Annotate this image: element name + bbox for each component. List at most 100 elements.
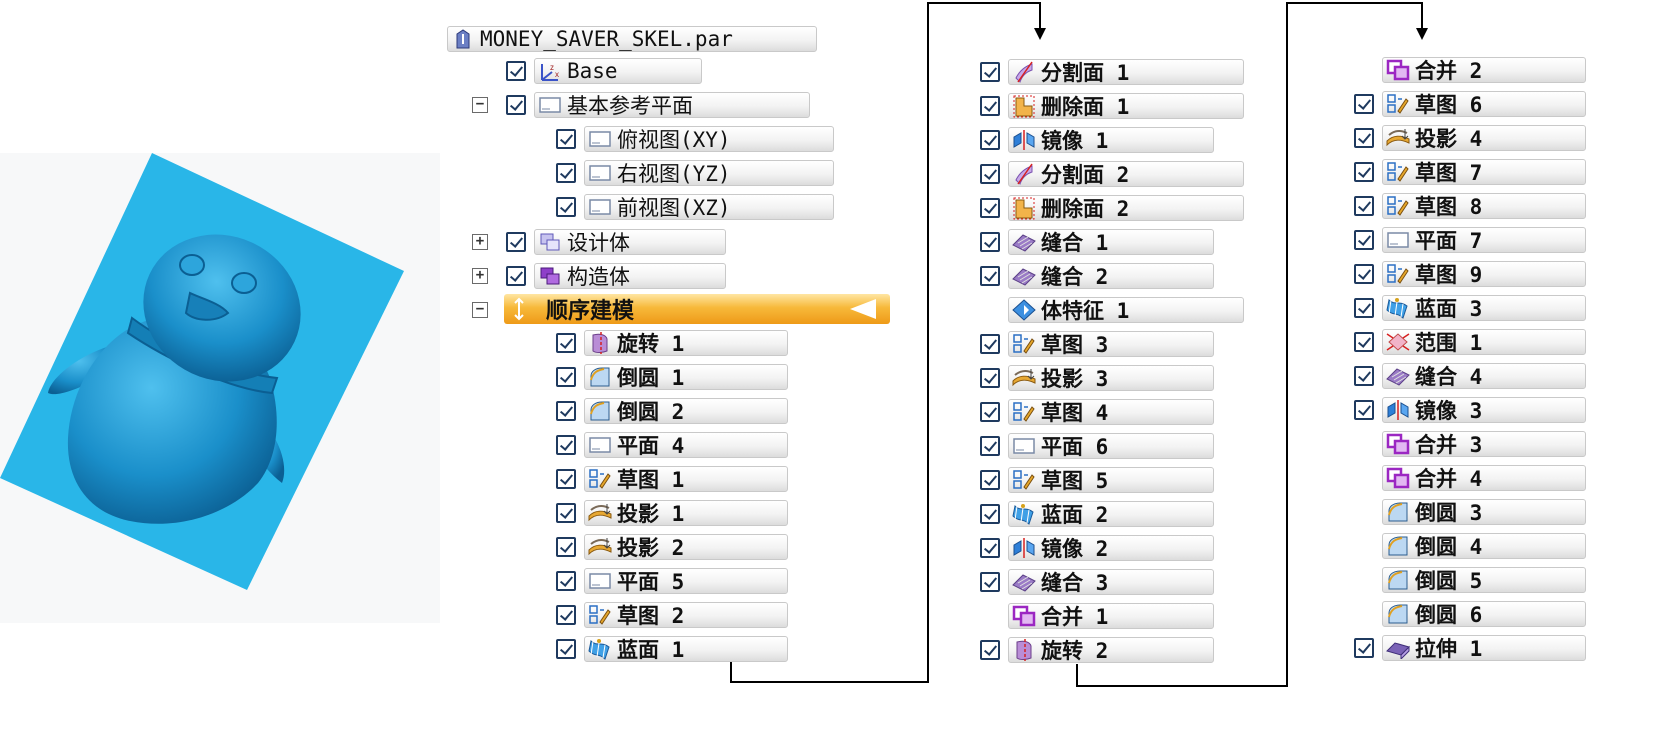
visibility-checkbox[interactable] xyxy=(980,436,1000,456)
feature-node[interactable]: 草图 1 xyxy=(584,466,788,492)
tree-item-top-1[interactable]: 基本参考平面 xyxy=(506,91,810,119)
feature-node[interactable]: 投影 1 xyxy=(584,500,788,526)
feature-node[interactable]: 草图 7 xyxy=(1382,159,1586,185)
feature-node[interactable]: 俯视图(XY) xyxy=(584,126,834,152)
tree-item-col2-4[interactable]: 删除面 2 xyxy=(980,194,1244,222)
visibility-checkbox[interactable] xyxy=(1354,94,1374,114)
feature-node[interactable]: 构造体 xyxy=(534,263,726,289)
feature-node[interactable]: 分割面 1 xyxy=(1008,59,1244,85)
feature-node[interactable]: 合并 1 xyxy=(1008,603,1214,629)
feature-node[interactable]: 倒圆 1 xyxy=(584,364,788,390)
visibility-checkbox[interactable] xyxy=(980,198,1000,218)
feature-node[interactable]: 平面 7 xyxy=(1382,227,1586,253)
tree-item-col3-1[interactable]: 草图 6 xyxy=(1354,90,1586,118)
visibility-checkbox[interactable] xyxy=(980,402,1000,422)
tree-item-col2-6[interactable]: 缝合 2 xyxy=(980,262,1214,290)
tree-item-col2-1[interactable]: 删除面 1 xyxy=(980,92,1244,120)
feature-node[interactable]: 基本参考平面 xyxy=(534,92,810,118)
tree-item-top-6[interactable]: 构造体 xyxy=(506,262,726,290)
sequence-modeling-node[interactable]: 顺序建模 xyxy=(504,294,890,324)
visibility-checkbox[interactable] xyxy=(1354,230,1374,250)
root-node[interactable]: MONEY_SAVER_SKEL.par xyxy=(447,26,817,52)
tree-item-col2-5[interactable]: 缝合 1 xyxy=(980,228,1214,256)
feature-node[interactable]: 分割面 2 xyxy=(1008,161,1244,187)
visibility-checkbox[interactable] xyxy=(556,197,576,217)
feature-node[interactable]: 缝合 3 xyxy=(1008,569,1214,595)
feature-node[interactable]: 缝合 1 xyxy=(1008,229,1214,255)
visibility-checkbox[interactable] xyxy=(980,232,1000,252)
feature-node[interactable]: 草图 6 xyxy=(1382,91,1586,117)
visibility-checkbox[interactable] xyxy=(556,639,576,659)
visibility-checkbox[interactable] xyxy=(556,129,576,149)
sequence-collapse-button[interactable]: − xyxy=(472,302,488,318)
visibility-checkbox[interactable] xyxy=(980,96,1000,116)
tree-item-col3-7[interactable]: 蓝面 3 xyxy=(1354,294,1586,322)
feature-node[interactable]: 投影 2 xyxy=(584,534,788,560)
feature-node[interactable]: 拉伸 1 xyxy=(1382,635,1586,661)
visibility-checkbox[interactable] xyxy=(980,640,1000,660)
tree-item-col2-2[interactable]: 镜像 1 xyxy=(980,126,1214,154)
visibility-checkbox[interactable] xyxy=(1354,264,1374,284)
visibility-checkbox[interactable] xyxy=(980,368,1000,388)
tree-item-col3-13[interactable]: 倒圆 3 xyxy=(1354,498,1586,526)
feature-node[interactable]: 草图 8 xyxy=(1382,193,1586,219)
tree-root-part[interactable]: MONEY_SAVER_SKEL.par xyxy=(447,25,817,53)
feature-node[interactable]: 倒圆 3 xyxy=(1382,499,1586,525)
feature-node[interactable]: 平面 6 xyxy=(1008,433,1214,459)
feature-node[interactable]: 平面 4 xyxy=(584,432,788,458)
tree-item-col3-3[interactable]: 草图 7 xyxy=(1354,158,1586,186)
expand-button[interactable]: + xyxy=(472,268,488,284)
visibility-checkbox[interactable] xyxy=(556,503,576,523)
tree-item-col3-14[interactable]: 倒圆 4 xyxy=(1354,532,1586,560)
feature-node[interactable]: 设计体 xyxy=(534,229,726,255)
tree-item-col3-12[interactable]: 合并 4 xyxy=(1354,464,1586,492)
tree-item-col2-7[interactable]: 体特征 1 xyxy=(980,296,1244,324)
feature-node[interactable]: 缝合 4 xyxy=(1382,363,1586,389)
visibility-checkbox[interactable] xyxy=(980,504,1000,524)
tree-item-col1-1[interactable]: 倒圆 1 xyxy=(556,363,788,391)
collapse-button[interactable]: − xyxy=(472,97,488,113)
feature-node[interactable]: 旋转 1 xyxy=(584,330,788,356)
tree-item-col2-10[interactable]: 草图 4 xyxy=(980,398,1214,426)
visibility-checkbox[interactable] xyxy=(980,572,1000,592)
visibility-checkbox[interactable] xyxy=(556,469,576,489)
feature-node[interactable]: 倒圆 2 xyxy=(584,398,788,424)
visibility-checkbox[interactable] xyxy=(556,163,576,183)
visibility-checkbox[interactable] xyxy=(506,266,526,286)
tree-item-col3-5[interactable]: 平面 7 xyxy=(1354,226,1586,254)
visibility-checkbox[interactable] xyxy=(556,401,576,421)
tree-item-col1-4[interactable]: 草图 1 xyxy=(556,465,788,493)
feature-node[interactable]: 删除面 2 xyxy=(1008,195,1244,221)
visibility-checkbox[interactable] xyxy=(1354,196,1374,216)
tree-item-col1-6[interactable]: 投影 2 xyxy=(556,533,788,561)
feature-node[interactable]: 体特征 1 xyxy=(1008,297,1244,323)
visibility-checkbox[interactable] xyxy=(506,95,526,115)
feature-node[interactable]: z x Base xyxy=(534,58,702,84)
tree-item-top-0[interactable]: z x Base xyxy=(506,57,702,85)
tree-item-col2-13[interactable]: 蓝面 2 xyxy=(980,500,1214,528)
feature-node[interactable]: 缝合 2 xyxy=(1008,263,1214,289)
tree-item-col2-0[interactable]: 分割面 1 xyxy=(980,58,1244,86)
visibility-checkbox[interactable] xyxy=(556,333,576,353)
visibility-checkbox[interactable] xyxy=(1354,332,1374,352)
visibility-checkbox[interactable] xyxy=(980,266,1000,286)
tree-item-top-3[interactable]: 右视图(YZ) xyxy=(556,159,834,187)
feature-node[interactable]: 旋转 2 xyxy=(1008,637,1214,663)
tree-item-col1-8[interactable]: 草图 2 xyxy=(556,601,788,629)
feature-node[interactable]: 镜像 1 xyxy=(1008,127,1214,153)
feature-node[interactable]: 倒圆 4 xyxy=(1382,533,1586,559)
visibility-checkbox[interactable] xyxy=(556,537,576,557)
feature-node[interactable]: 合并 3 xyxy=(1382,431,1586,457)
feature-node[interactable]: 镜像 2 xyxy=(1008,535,1214,561)
visibility-checkbox[interactable] xyxy=(1354,638,1374,658)
visibility-checkbox[interactable] xyxy=(980,62,1000,82)
visibility-checkbox[interactable] xyxy=(506,232,526,252)
visibility-checkbox[interactable] xyxy=(1354,366,1374,386)
feature-node[interactable]: 草图 5 xyxy=(1008,467,1214,493)
tree-item-col2-8[interactable]: 草图 3 xyxy=(980,330,1214,358)
tree-item-col1-7[interactable]: 平面 5 xyxy=(556,567,788,595)
feature-node[interactable]: 草图 3 xyxy=(1008,331,1214,357)
tree-item-col3-9[interactable]: 缝合 4 xyxy=(1354,362,1586,390)
visibility-checkbox[interactable] xyxy=(506,61,526,81)
expand-button[interactable]: + xyxy=(472,234,488,250)
